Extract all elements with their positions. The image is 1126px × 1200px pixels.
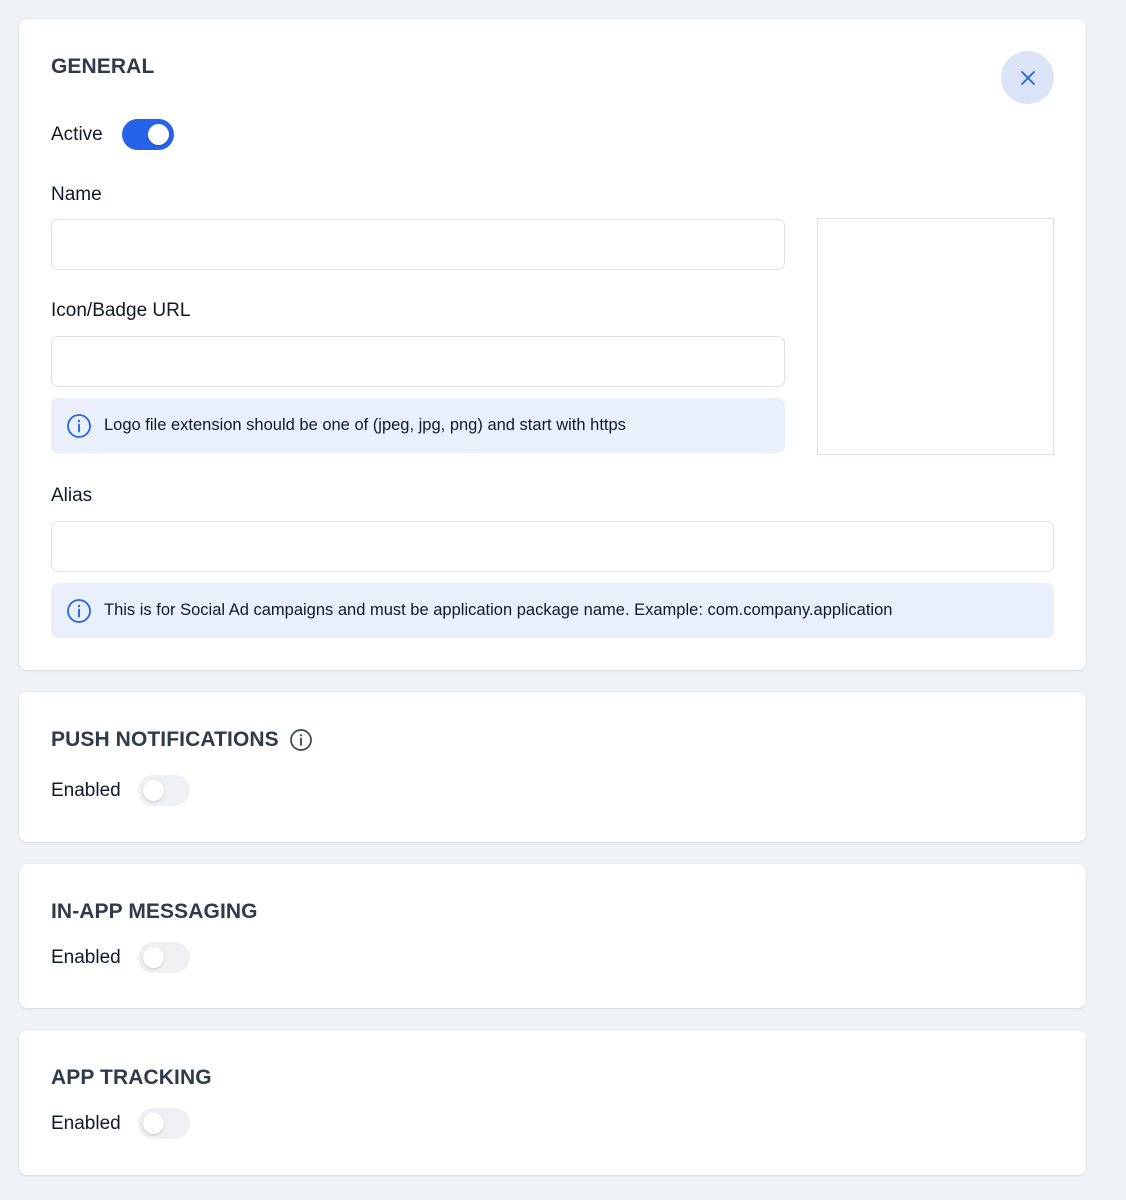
app-tracking-title: APP TRACKING	[51, 1066, 212, 1089]
icon-preview-box	[817, 218, 1054, 455]
in-app-enabled-toggle[interactable]	[138, 942, 190, 973]
alias-input[interactable]	[51, 521, 1054, 572]
app-tracking-card: APP TRACKING Enabled	[19, 1030, 1086, 1175]
alias-note-text: This is for Social Ad campaigns and must…	[104, 601, 893, 619]
push-notifications-title: PUSH NOTIFICATIONS	[51, 728, 313, 752]
alias-label: Alias	[51, 485, 93, 506]
info-circle-icon	[66, 413, 92, 439]
active-label: Active	[51, 124, 103, 145]
icon-url-input[interactable]	[51, 336, 785, 387]
name-input[interactable]	[51, 219, 785, 270]
push-notifications-card: PUSH NOTIFICATIONS Enabled	[19, 692, 1086, 842]
in-app-enabled-label: Enabled	[51, 947, 121, 968]
push-enabled-toggle-knob	[143, 780, 164, 801]
info-circle-icon[interactable]	[289, 728, 313, 752]
push-enabled-toggle[interactable]	[138, 775, 190, 806]
name-label: Name	[51, 184, 102, 205]
tracking-enabled-toggle-knob	[143, 1113, 164, 1134]
close-button[interactable]	[1001, 51, 1054, 104]
tracking-enabled-toggle[interactable]	[138, 1108, 190, 1139]
active-toggle-knob	[148, 124, 169, 145]
info-circle-icon	[66, 598, 92, 624]
active-toggle[interactable]	[122, 119, 174, 150]
in-app-messaging-card: IN-APP MESSAGING Enabled	[19, 864, 1086, 1008]
in-app-enabled-toggle-knob	[143, 947, 164, 968]
general-title: GENERAL	[51, 55, 155, 78]
general-card: GENERAL Active Name Icon/Badge URL Logo …	[19, 19, 1086, 670]
push-enabled-label: Enabled	[51, 780, 121, 801]
in-app-messaging-title: IN-APP MESSAGING	[51, 900, 258, 923]
icon-url-info-note: Logo file extension should be one of (jp…	[51, 398, 785, 453]
tracking-enabled-label: Enabled	[51, 1113, 121, 1134]
icon-url-label: Icon/Badge URL	[51, 300, 191, 321]
close-icon	[1020, 70, 1035, 85]
push-notifications-title-text: PUSH NOTIFICATIONS	[51, 728, 279, 751]
alias-info-note: This is for Social Ad campaigns and must…	[51, 583, 1054, 638]
icon-url-note-text: Logo file extension should be one of (jp…	[104, 416, 626, 434]
